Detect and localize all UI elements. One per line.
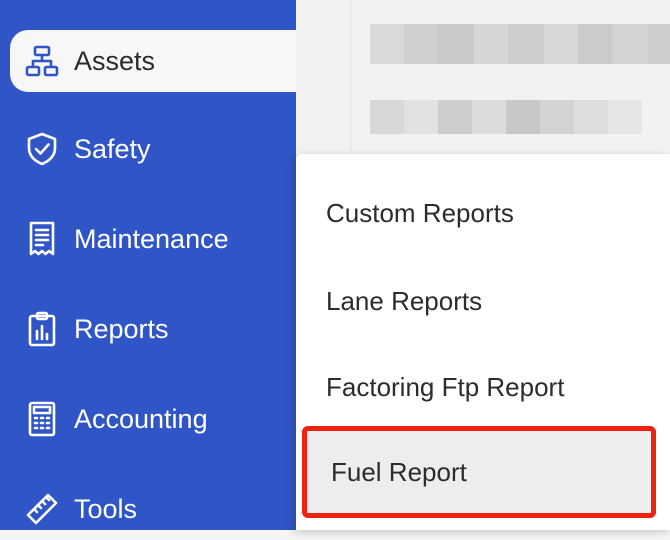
- reports-submenu: Custom Reports Lane Reports Factoring Ft…: [296, 154, 670, 530]
- clipboard-chart-icon: [24, 311, 60, 347]
- receipt-icon: [24, 221, 60, 257]
- sidebar-item-safety[interactable]: Safety: [10, 118, 296, 180]
- menu-item-factoring-ftp-report[interactable]: Factoring Ftp Report: [296, 344, 656, 430]
- sidebar-item-accounting[interactable]: Accounting: [10, 388, 296, 450]
- menu-item-fuel-report[interactable]: Fuel Report: [302, 426, 656, 518]
- sidebar-item-label: Safety: [74, 133, 151, 164]
- sidebar-nav: Assets Safety Maintenance Reports Accoun…: [0, 0, 296, 530]
- sidebar-item-reports[interactable]: Reports: [10, 298, 296, 360]
- org-chart-icon: [24, 43, 60, 79]
- blurred-content-row: [370, 24, 670, 64]
- sidebar-item-label: Tools: [74, 493, 138, 524]
- sidebar-item-label: Assets: [74, 45, 156, 76]
- sidebar-item-assets[interactable]: Assets: [10, 30, 296, 92]
- sidebar-item-tools[interactable]: Tools: [10, 478, 296, 540]
- sidebar-item-label: Maintenance: [74, 223, 229, 254]
- menu-item-custom-reports[interactable]: Custom Reports: [296, 170, 656, 256]
- sidebar-item-label: Reports: [74, 313, 169, 344]
- sidebar-item-label: Accounting: [74, 403, 208, 434]
- shield-check-icon: [24, 131, 60, 167]
- calculator-icon: [24, 401, 60, 437]
- sidebar-item-maintenance[interactable]: Maintenance: [10, 208, 296, 270]
- menu-item-lane-reports[interactable]: Lane Reports: [296, 258, 656, 344]
- blurred-content-row: [370, 100, 642, 134]
- ruler-icon: [24, 491, 60, 527]
- sidebar-top-edge: [0, 0, 296, 18]
